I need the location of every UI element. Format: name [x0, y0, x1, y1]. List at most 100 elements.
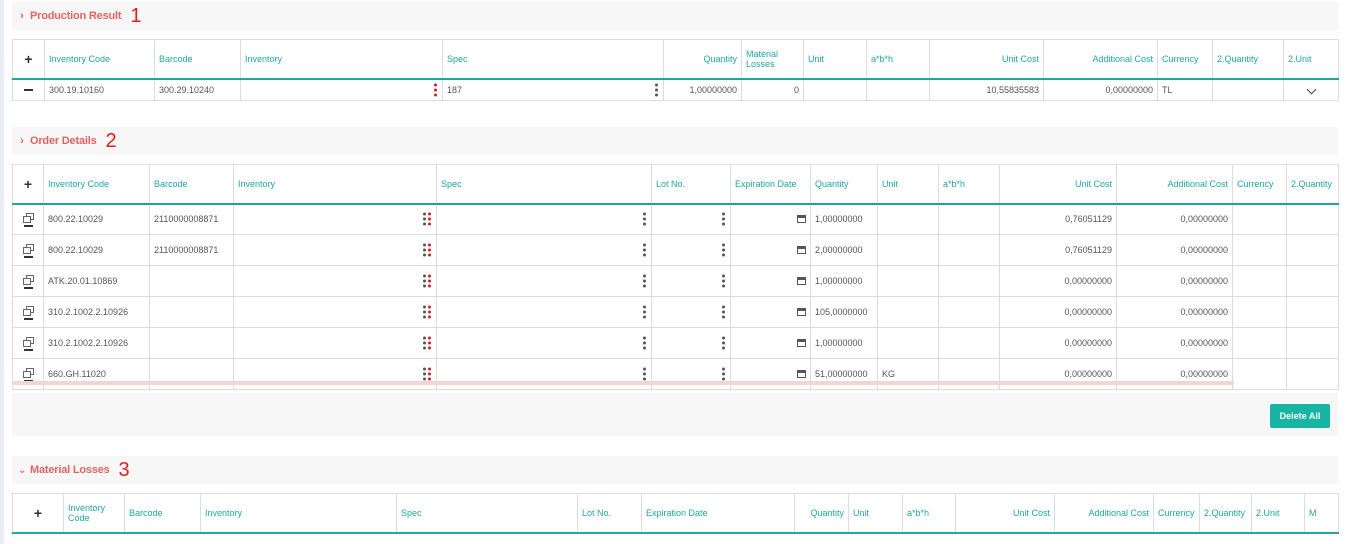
cell-quantity[interactable]: 1,00000000 [810, 327, 878, 359]
kebab-icon[interactable] [643, 336, 646, 350]
col-barcode[interactable]: Barcode [154, 39, 241, 80]
kebab-icon[interactable] [722, 336, 725, 350]
minus-icon[interactable] [23, 318, 33, 320]
copy-icon[interactable] [23, 275, 34, 285]
cell-additional-cost[interactable]: 0,00000000 [1116, 265, 1233, 297]
cell-spec[interactable] [436, 296, 652, 328]
col-inventory[interactable]: Inventory [200, 493, 397, 534]
cell-additional-cost[interactable]: 0,00000000 [1116, 327, 1233, 359]
cell-2-quantity[interactable] [1286, 358, 1339, 390]
cell-2-quantity[interactable] [1286, 234, 1339, 266]
cell-lot-no[interactable] [651, 327, 731, 359]
col-2-quantity[interactable]: 2.Quantity [1199, 493, 1252, 534]
cell-currency[interactable] [1232, 234, 1287, 266]
copy-icon[interactable] [23, 244, 34, 254]
calendar-icon[interactable] [797, 215, 806, 224]
copy-icon[interactable] [23, 213, 34, 224]
add-row-button[interactable]: + [12, 39, 45, 80]
cell-additional-cost[interactable]: 0,00000000 [1116, 296, 1233, 328]
col-material-losses[interactable]: Material Losses [741, 39, 804, 80]
kebab-icon[interactable] [722, 305, 725, 319]
kebab-icon[interactable] [423, 274, 431, 288]
cell-lot-no[interactable] [651, 234, 731, 266]
cell-spec[interactable] [436, 203, 652, 235]
cell-2-quantity[interactable] [1286, 327, 1339, 359]
cell-quantity[interactable]: 1,00000000 [810, 203, 878, 235]
cell-inventory[interactable] [240, 78, 443, 101]
col-abh[interactable]: a*b*h [902, 493, 956, 534]
cell-expiration-date[interactable] [730, 296, 811, 328]
col-additional-cost[interactable]: Additional Cost [1054, 493, 1154, 534]
calendar-icon[interactable] [797, 246, 806, 254]
kebab-icon[interactable] [423, 336, 431, 350]
calendar-icon[interactable] [797, 370, 806, 378]
col-2-unit[interactable]: 2.Unit [1251, 493, 1305, 534]
add-row-button[interactable]: + [12, 164, 44, 205]
kebab-icon[interactable] [423, 243, 431, 257]
kebab-icon[interactable] [643, 367, 646, 381]
kebab-icon[interactable] [643, 243, 646, 257]
col-2-quantity[interactable]: 2.Quantity [1286, 164, 1339, 205]
cell-abh[interactable] [938, 203, 1000, 235]
col-quantity[interactable]: Quantity [810, 164, 878, 205]
col-lot-no[interactable]: Lot No. [651, 164, 731, 205]
col-unit-cost[interactable]: Unit Cost [999, 164, 1117, 205]
cell-quantity[interactable]: 2,00000000 [810, 234, 878, 266]
cell-unit-cost[interactable]: 0,76051129 [999, 234, 1117, 266]
cell-inventory[interactable] [233, 203, 437, 235]
cell-unit[interactable] [877, 265, 939, 297]
cell-unit-cost[interactable]: 0,00000000 [999, 327, 1117, 359]
cell-currency[interactable] [1232, 358, 1287, 390]
cell-currency[interactable] [1232, 203, 1287, 235]
cell-abh[interactable] [866, 78, 930, 101]
cell-lot-no[interactable] [651, 203, 731, 235]
cell-inventory[interactable] [233, 327, 437, 359]
cell-inventory-code[interactable]: 800.22.10029 [43, 203, 150, 235]
cell-2-quantity[interactable] [1286, 296, 1339, 328]
cell-spec[interactable] [436, 265, 652, 297]
col-abh[interactable]: a*b*h [866, 39, 930, 80]
kebab-icon[interactable] [643, 212, 646, 226]
kebab-icon[interactable] [722, 212, 725, 226]
horizontal-scrollbar[interactable] [12, 381, 1234, 385]
col-m[interactable]: M [1304, 493, 1339, 534]
cell-expiration-date[interactable] [730, 327, 811, 359]
minus-icon[interactable] [23, 256, 33, 258]
cell-material-losses[interactable]: 0 [741, 78, 804, 101]
section-header-order-details[interactable]: › Order Details 2 [12, 127, 1338, 155]
kebab-icon[interactable] [423, 305, 431, 319]
calendar-icon[interactable] [797, 308, 806, 316]
cell-abh[interactable] [938, 234, 1000, 266]
cell-spec[interactable] [436, 234, 652, 266]
kebab-icon[interactable] [655, 83, 658, 97]
cell-inventory-code[interactable]: 310.2.1002.2.10926 [43, 296, 150, 328]
copy-icon[interactable] [23, 368, 34, 378]
cell-currency[interactable] [1232, 265, 1287, 297]
col-spec[interactable]: Spec [442, 39, 664, 80]
copy-icon[interactable] [23, 337, 34, 347]
col-spec[interactable]: Spec [396, 493, 578, 534]
minus-icon[interactable] [23, 349, 33, 351]
col-barcode[interactable]: Barcode [124, 493, 201, 534]
cell-inventory[interactable] [233, 234, 437, 266]
cell-barcode[interactable] [149, 327, 234, 359]
cell-spec[interactable] [436, 327, 652, 359]
cell-expiration-date[interactable] [730, 265, 811, 297]
col-spec[interactable]: Spec [436, 164, 652, 205]
kebab-icon[interactable] [434, 83, 437, 97]
cell-abh[interactable] [938, 327, 1000, 359]
cell-inventory-code[interactable]: 310.2.1002.2.10926 [43, 327, 150, 359]
cell-currency[interactable] [1232, 327, 1287, 359]
cell-additional-cost[interactable]: 0,00000000 [1116, 203, 1233, 235]
cell-inventory[interactable] [233, 296, 437, 328]
cell-expiration-date[interactable] [730, 203, 811, 235]
col-currency[interactable]: Currency [1157, 39, 1213, 80]
cell-inventory-code[interactable]: 800.22.10029 [43, 234, 150, 266]
cell-expiration-date[interactable] [730, 234, 811, 266]
col-2-unit[interactable]: 2.Unit [1283, 39, 1339, 80]
cell-quantity[interactable]: 1,00000000 [663, 78, 742, 101]
cell-unit[interactable] [877, 327, 939, 359]
kebab-icon[interactable] [643, 274, 646, 288]
section-header-material-losses[interactable]: ⌄ Material Losses 3 [12, 456, 1338, 484]
cell-barcode[interactable]: 2110000008871 [149, 234, 234, 266]
